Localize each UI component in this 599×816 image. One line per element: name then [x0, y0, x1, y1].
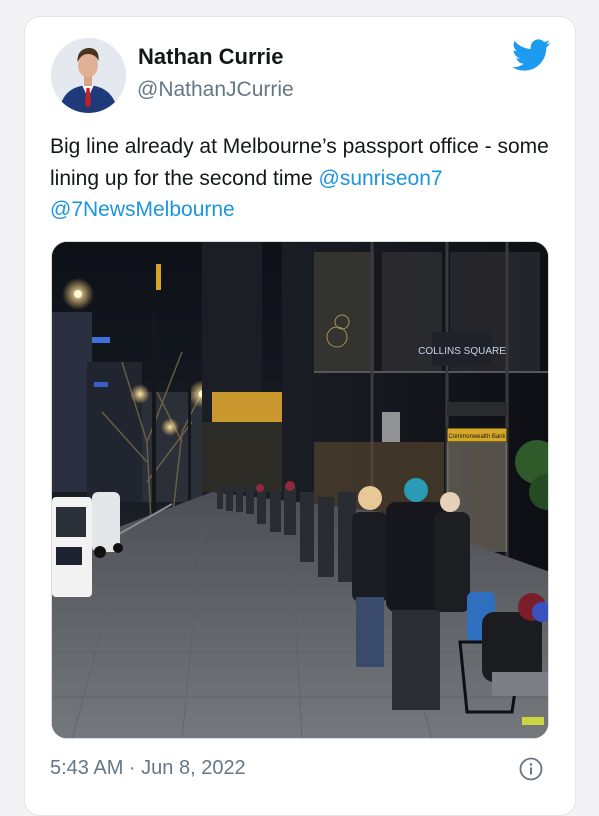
building-sign-text: COLLINS SQUARE — [418, 346, 506, 357]
street-photo: COLLINS SQUARE Commonwealth Bank — [52, 242, 548, 738]
tweet-card[interactable]: Nathan Currie @NathanJCurrie Big line al… — [24, 16, 576, 816]
tweet-timestamp[interactable]: 5:43 AM · Jun 8, 2022 — [50, 757, 246, 780]
tweet-text: Big line already at Melbourne’s passport… — [50, 131, 555, 226]
author-name[interactable]: Nathan Currie — [138, 44, 283, 70]
avatar-image — [51, 38, 126, 113]
tweet-photo[interactable]: COLLINS SQUARE Commonwealth Bank — [51, 241, 549, 739]
author-handle[interactable]: @NathanJCurrie — [137, 78, 294, 102]
mention-link-sunriseon7[interactable]: @sunriseon7 — [319, 167, 443, 190]
info-icon[interactable] — [519, 757, 543, 781]
tweet-body: Big line already at Melbourne’s passport… — [50, 135, 549, 190]
author-avatar[interactable] — [51, 38, 126, 113]
mention-link-7newsmelbourne[interactable]: @7NewsMelbourne — [50, 198, 235, 221]
bank-sign-text: Commonwealth Bank — [448, 434, 506, 440]
twitter-bird-icon[interactable] — [512, 39, 551, 72]
